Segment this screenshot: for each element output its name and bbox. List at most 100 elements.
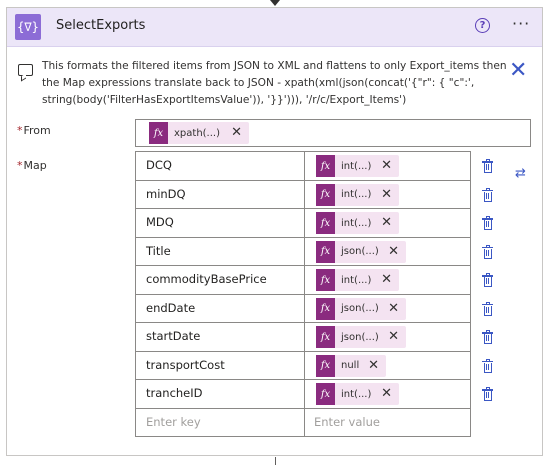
token-label: xpath(...) (174, 127, 220, 139)
fx-icon: fx (316, 183, 335, 206)
map-column-divider (304, 351, 305, 379)
token-label: int(...) (341, 274, 372, 286)
map-row: transportCost fx null ✕ (135, 351, 471, 380)
delete-row-icon[interactable] (482, 216, 493, 230)
fx-icon: fx (316, 269, 335, 291)
card-header[interactable]: {∇} SelectExports ? ··· (7, 8, 542, 47)
map-row: commodityBasePrice fx int(...) ✕ (135, 266, 471, 295)
map-key[interactable]: minDQ (146, 187, 186, 201)
token-label: null (341, 360, 360, 371)
map-row: endDate fx json(...) ✕ (135, 294, 471, 323)
map-column-divider (304, 237, 305, 265)
delete-row-icon[interactable] (482, 301, 493, 316)
new-key-input[interactable]: Enter key (146, 415, 201, 429)
fx-icon: fx (316, 297, 335, 320)
delete-row-icon[interactable] (482, 358, 493, 373)
connector-arrow-top (270, 0, 280, 6)
map-key[interactable]: trancheID (146, 386, 203, 400)
map-key[interactable]: commodityBasePrice (146, 272, 267, 286)
fx-icon: fx (316, 383, 335, 405)
map-row-new: Enter key Enter value (135, 408, 471, 437)
token-label: int(...) (341, 189, 372, 200)
map-value-token[interactable]: fx int(...) ✕ (316, 383, 399, 405)
map-column-divider (304, 380, 305, 408)
select-action-icon: {∇} (15, 14, 41, 40)
delete-row-icon[interactable] (482, 273, 493, 287)
close-comment-icon[interactable]: ✕ (509, 60, 527, 82)
comment-icon (18, 64, 33, 76)
fx-icon: fx (316, 155, 335, 177)
map-column-divider (304, 152, 305, 180)
map-value-token[interactable]: fx json(...) ✕ (316, 326, 406, 348)
map-key[interactable]: Title (146, 244, 171, 258)
token-label: json(...) (341, 331, 379, 343)
from-input[interactable]: fx xpath(...) ✕ (135, 119, 531, 147)
remove-token-icon[interactable]: ✕ (388, 302, 399, 315)
map-key[interactable]: MDQ (146, 215, 174, 229)
more-options-icon[interactable]: ··· (512, 14, 530, 33)
map-label-text: Map (23, 159, 47, 172)
token-label: int(...) (341, 160, 372, 172)
token-label: json(...) (341, 246, 379, 257)
map-column-divider (304, 294, 305, 322)
map-row: startDate fx json(...) ✕ (135, 323, 471, 352)
map-row: trancheID fx int(...) ✕ (135, 380, 471, 409)
new-value-input[interactable]: Enter value (314, 415, 380, 429)
fx-icon: fx (316, 326, 335, 348)
map-row: MDQ fx int(...) ✕ (135, 209, 471, 238)
delete-row-icon[interactable] (482, 187, 493, 202)
map-column-divider (304, 180, 305, 208)
remove-token-icon[interactable]: ✕ (381, 188, 392, 201)
fx-icon: fx (149, 122, 168, 144)
switch-to-text-mode-icon[interactable]: ⇄ (515, 167, 529, 181)
remove-token-icon[interactable]: ✕ (388, 330, 399, 343)
remove-token-icon[interactable]: ✕ (381, 387, 392, 400)
delete-row-icon[interactable] (482, 387, 493, 401)
map-key[interactable]: transportCost (146, 358, 225, 372)
map-column-divider (304, 266, 305, 294)
token-label: json(...) (341, 303, 379, 314)
fx-icon: fx (316, 240, 335, 263)
fx-icon: fx (316, 354, 335, 377)
connector-line-bottom (275, 457, 276, 465)
required-mark: * (17, 159, 23, 172)
card-title[interactable]: SelectExports (56, 18, 145, 33)
remove-token-icon[interactable]: ✕ (381, 216, 392, 229)
map-row: minDQ fx int(...) ✕ (135, 180, 471, 209)
map-key[interactable]: endDate (146, 301, 195, 315)
delete-row-icon[interactable] (482, 244, 493, 259)
remove-token-icon[interactable]: ✕ (381, 159, 392, 172)
action-comment[interactable]: This formats the filtered items from JSO… (42, 58, 507, 109)
remove-token-icon[interactable]: ✕ (231, 126, 242, 139)
map-key[interactable]: startDate (146, 329, 200, 343)
required-mark: * (17, 124, 23, 137)
map-value-token[interactable]: fx int(...) ✕ (316, 155, 399, 177)
token-label: int(...) (341, 388, 372, 400)
map-value-token[interactable]: fx int(...) ✕ (316, 269, 399, 291)
map-value-token[interactable]: fx int(...) ✕ (316, 212, 399, 234)
map-value-token[interactable]: fx int(...) ✕ (316, 183, 399, 206)
select-action-card: {∇} SelectExports ? ··· This formats the… (6, 7, 543, 456)
help-icon[interactable]: ? (475, 18, 490, 33)
map-row: DCQ fx int(...) ✕ (135, 152, 471, 181)
map-column-divider (304, 323, 305, 351)
from-token[interactable]: fx xpath(...) ✕ (149, 122, 249, 144)
from-label: *From (17, 124, 51, 137)
delete-row-icon[interactable] (482, 330, 493, 344)
map-label: *Map (17, 159, 47, 172)
map-row: Title fx json(...) ✕ (135, 237, 471, 266)
fx-icon: fx (316, 212, 335, 234)
map-table: DCQ fx int(...) ✕ minDQ fx int(...) ✕ MDQ fx int(.… (135, 151, 471, 437)
map-column-divider (304, 209, 305, 237)
remove-token-icon[interactable]: ✕ (368, 359, 379, 372)
delete-row-icon[interactable] (482, 159, 493, 173)
remove-token-icon[interactable]: ✕ (388, 245, 399, 258)
token-label: int(...) (341, 217, 372, 229)
map-value-token[interactable]: fx null ✕ (316, 354, 386, 377)
map-key[interactable]: DCQ (146, 158, 172, 172)
map-value-token[interactable]: fx json(...) ✕ (316, 240, 406, 263)
map-column-divider (304, 408, 305, 436)
remove-token-icon[interactable]: ✕ (381, 273, 392, 286)
from-label-text: From (23, 124, 51, 137)
map-value-token[interactable]: fx json(...) ✕ (316, 297, 406, 320)
